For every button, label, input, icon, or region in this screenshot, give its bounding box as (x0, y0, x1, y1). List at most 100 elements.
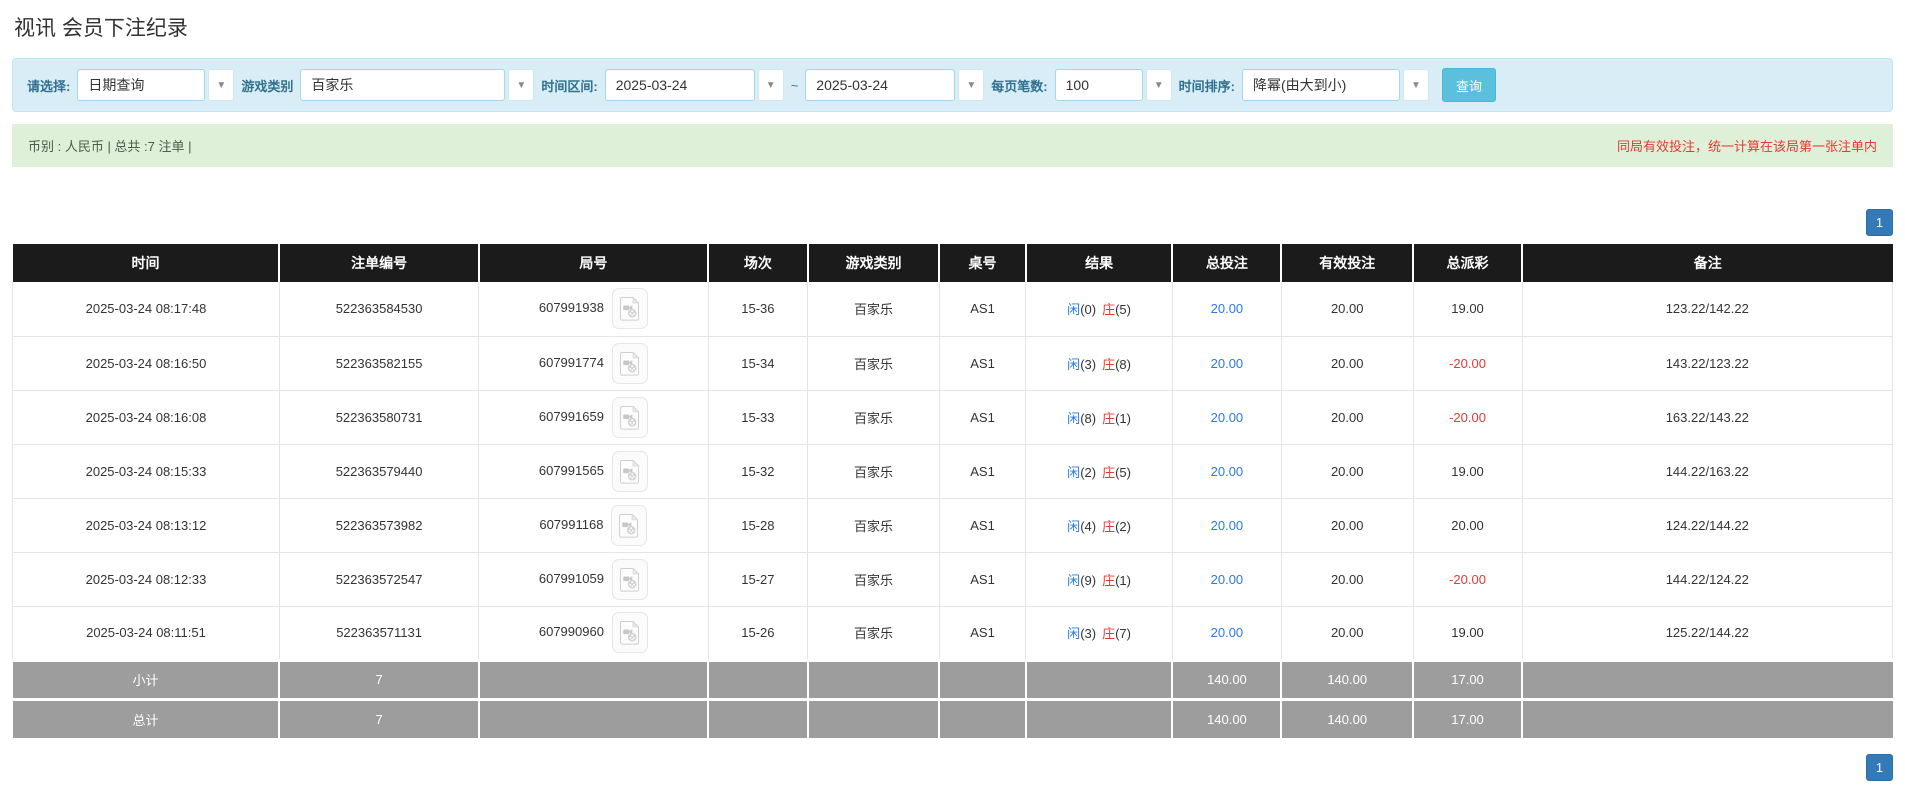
query-type-select[interactable]: 日期查询 ▼ (77, 69, 235, 101)
total-bet-link[interactable]: 20.00 (1211, 410, 1244, 425)
player-result: 闲 (1067, 572, 1081, 588)
round-no-cell: 607991168 (478, 498, 709, 553)
page-size-label: 每页笔数: (991, 78, 1048, 94)
pagination-top: 1 (12, 209, 1893, 236)
filter-panel: 请选择: 日期查询 ▼ 游戏类别 百家乐 ▼ 时间区间: 2025-03-24 … (12, 58, 1893, 112)
date-from-picker[interactable]: 2025-03-24 ▼ (604, 69, 784, 101)
round-no: 607991659 (538, 408, 604, 424)
game-type-value[interactable]: 百家乐 (300, 69, 506, 101)
summary-bar: 币别 : 人民币 | 总共 :7 注单 | 同局有效投注，统一计算在该局第一张注… (12, 124, 1893, 167)
total-bet-cell: 20.00 (1171, 390, 1282, 445)
player-result: 闲 (1067, 356, 1081, 372)
round-no: 607990960 (538, 623, 604, 639)
total-bet-link[interactable]: 20.00 (1211, 518, 1244, 533)
query-type-value[interactable]: 日期查询 (77, 69, 206, 101)
total-bet-link[interactable]: 20.00 (1211, 464, 1244, 479)
banker-result: 庄 (1102, 410, 1116, 426)
total-valid-bet: 140.00 (1281, 697, 1415, 738)
chevron-down-icon[interactable]: ▼ (757, 69, 784, 101)
bet-no-cell: 522363572547 (278, 552, 480, 607)
session-cell: 15-33 (707, 390, 809, 445)
video-replay-icon[interactable] (611, 342, 648, 384)
total-count: 7 (279, 697, 480, 738)
banker-result: 庄 (1102, 356, 1116, 372)
player-result: 闲 (1067, 464, 1081, 480)
result-cell: 闲(3) 庄(7) (1025, 606, 1173, 661)
remark-cell: 124.22/144.22 (1521, 498, 1894, 553)
col-header-remark: 备注 (1522, 244, 1893, 282)
banker-result: 庄 (1102, 572, 1116, 588)
subtotal-label: 小计 (12, 658, 281, 699)
total-bet-link[interactable]: 20.00 (1211, 572, 1244, 587)
player-result: 闲 (1067, 302, 1081, 318)
session-cell: 15-28 (707, 498, 809, 553)
video-replay-icon[interactable] (611, 288, 648, 330)
page-size-value[interactable]: 100 (1054, 69, 1143, 101)
total-label: 总计 (12, 697, 281, 738)
chevron-down-icon[interactable]: ▼ (958, 69, 985, 101)
chevron-down-icon[interactable]: ▼ (1402, 69, 1429, 101)
total-total-bet: 140.00 (1172, 697, 1283, 738)
round-no-cell: 607991565 (478, 444, 709, 499)
date-from-value[interactable]: 2025-03-24 (604, 69, 755, 101)
remark-cell: 144.22/163.22 (1521, 444, 1894, 499)
col-header-session: 场次 (708, 244, 809, 282)
table-row: 2025-03-24 08:13:12 522363573982 6079911… (12, 498, 1894, 553)
result-cell: 闲(0) 庄(5) (1025, 282, 1173, 337)
table-row: 2025-03-24 08:16:08 522363580731 6079916… (12, 390, 1894, 445)
game-type-cell: 百家乐 (807, 606, 940, 661)
currency-total-text: 币别 : 人民币 | 总共 :7 注单 | (28, 139, 192, 154)
round-no: 607991774 (538, 354, 604, 370)
query-button[interactable]: 查询 (1441, 68, 1496, 102)
total-bet-link[interactable]: 20.00 (1211, 356, 1244, 371)
bet-no-cell: 522363584530 (278, 282, 480, 337)
video-replay-icon[interactable] (611, 396, 648, 438)
table-row: 2025-03-24 08:12:33 522363572547 6079910… (12, 552, 1894, 607)
time-sort-select[interactable]: 降幂(由大到小) ▼ (1241, 69, 1429, 101)
player-count: (8) (1080, 410, 1097, 426)
chevron-down-icon[interactable]: ▼ (508, 69, 535, 101)
table-no-cell: AS1 (938, 282, 1027, 337)
bet-no-cell: 522363571131 (278, 606, 480, 661)
video-replay-icon[interactable] (611, 504, 648, 546)
subtotal-count: 7 (279, 658, 480, 699)
page-1-button[interactable]: 1 (1866, 754, 1893, 781)
table-no-cell: AS1 (938, 390, 1027, 445)
banker-count: (8) (1115, 356, 1131, 372)
video-replay-icon[interactable] (611, 558, 648, 600)
bet-time-cell: 2025-03-24 08:16:50 (12, 336, 280, 391)
total-bet-link[interactable]: 20.00 (1211, 625, 1244, 640)
chevron-down-icon[interactable]: ▼ (1145, 69, 1172, 101)
col-header-round-no: 局号 (478, 244, 710, 282)
session-cell: 15-34 (707, 336, 809, 391)
col-header-table-no: 桌号 (939, 244, 1027, 282)
col-header-game-type: 游戏类别 (807, 244, 941, 282)
page-1-button[interactable]: 1 (1866, 209, 1893, 236)
result-cell: 闲(8) 庄(1) (1025, 390, 1173, 445)
total-bet-link[interactable]: 20.00 (1211, 301, 1244, 316)
table-no-cell: AS1 (938, 444, 1027, 499)
page-size-select[interactable]: 100 ▼ (1054, 69, 1172, 101)
page-title: 视讯 会员下注纪录 (14, 17, 188, 40)
game-type-select[interactable]: 百家乐 ▼ (300, 69, 535, 101)
bet-time-cell: 2025-03-24 08:13:12 (12, 498, 280, 553)
player-count: (3) (1080, 626, 1097, 641)
game-type-cell: 百家乐 (807, 390, 940, 445)
session-cell: 15-26 (707, 606, 809, 661)
player-count: (2) (1080, 464, 1097, 480)
banker-count: (1) (1115, 572, 1131, 588)
date-to-picker[interactable]: 2025-03-24 ▼ (805, 69, 985, 101)
banker-count: (1) (1115, 410, 1131, 426)
banker-result: 庄 (1102, 518, 1116, 534)
round-no: 607991059 (538, 570, 604, 586)
round-no: 607991168 (539, 516, 604, 532)
table-row: 2025-03-24 08:16:50 522363582155 6079917… (12, 336, 1894, 391)
total-bet-cell: 20.00 (1171, 336, 1282, 391)
result-cell: 闲(9) 庄(1) (1025, 552, 1173, 607)
bet-no-cell: 522363582155 (278, 336, 480, 391)
video-replay-icon[interactable] (611, 612, 648, 653)
date-to-value[interactable]: 2025-03-24 (805, 69, 956, 101)
time-sort-value[interactable]: 降幂(由大到小) (1241, 69, 1400, 101)
chevron-down-icon[interactable]: ▼ (208, 69, 235, 101)
video-replay-icon[interactable] (611, 450, 648, 492)
